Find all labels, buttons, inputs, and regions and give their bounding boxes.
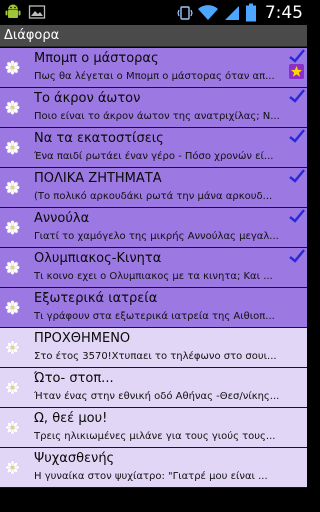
read-check-icon bbox=[289, 249, 305, 263]
battery-icon bbox=[245, 3, 256, 22]
list-item[interactable]: ΠΡΟΧΘΗΜΕΝΟ Στο έτος 3570!Χτυπαει το τηλέ… bbox=[0, 328, 307, 368]
item-subtitle: Ένα παιδί ρωτάει έναν γέρο - Πόσο χρονών… bbox=[34, 151, 274, 162]
signal-icon bbox=[224, 5, 239, 20]
list-item[interactable]: Μπομπ ο μάστορας Πως θα λέγεται ο Μπομπ … bbox=[0, 48, 307, 88]
item-title: Ολυμπιακος-Κινητα bbox=[34, 251, 162, 266]
item-subtitle: Ήταν ένας στην εθνική οδό Αθήνας -Θεσ/νί… bbox=[34, 391, 280, 402]
list-item[interactable]: Ολυμπιακος-Κινητα Τι κοινο εχει ο Ολυμπι… bbox=[0, 248, 307, 288]
item-subtitle: Στο έτος 3570!Χτυπαει το τηλέφωνο στο σο… bbox=[34, 351, 277, 362]
favorite-star-icon[interactable] bbox=[289, 64, 304, 79]
read-check-icon bbox=[289, 169, 305, 183]
flower-icon bbox=[5, 300, 20, 315]
item-subtitle: Τι γράφουν στα εξωτερικά ιατρεία της Αιθ… bbox=[34, 311, 275, 322]
flower-icon bbox=[5, 100, 20, 115]
page-title: Διάφορα bbox=[4, 28, 60, 43]
item-title: Εξωτερικά ιατρεία bbox=[34, 291, 158, 306]
item-subtitle: Τρεις ηλικιωμένες μιλάνε για τους γιούς … bbox=[34, 431, 276, 442]
flower-icon bbox=[5, 220, 20, 235]
flower-icon bbox=[5, 180, 20, 195]
item-subtitle: Πως θα λέγεται ο Μπομπ ο μάστορας όταν α… bbox=[34, 71, 275, 82]
flower-icon bbox=[5, 420, 20, 435]
android-icon bbox=[5, 4, 21, 18]
image-icon bbox=[28, 5, 46, 19]
item-title: Ψυχασθενής bbox=[34, 451, 115, 466]
item-title: Ω, θεέ μου! bbox=[34, 411, 108, 426]
item-title: Να τα εκατοστίσεις bbox=[34, 131, 164, 146]
read-check-icon bbox=[289, 89, 305, 103]
list-item[interactable]: Αννούλα Γιατί το χαμόγελο της μικρής Ανν… bbox=[0, 208, 307, 248]
flower-icon bbox=[5, 380, 20, 395]
item-title: ΠΡΟΧΘΗΜΕΝΟ bbox=[34, 331, 131, 346]
app-title-bar: Διάφορα bbox=[0, 25, 307, 47]
read-check-icon bbox=[289, 129, 305, 143]
read-check-icon bbox=[289, 209, 305, 223]
status-bar: 7:45 bbox=[0, 0, 307, 25]
flower-icon bbox=[5, 60, 20, 75]
flower-icon bbox=[5, 340, 20, 355]
flower-icon bbox=[5, 140, 20, 155]
list-item[interactable]: Να τα εκατοστίσεις Ένα παιδί ρωτάει έναν… bbox=[0, 128, 307, 168]
vibrate-icon bbox=[177, 5, 193, 20]
read-check-icon bbox=[289, 49, 305, 63]
flower-icon bbox=[5, 260, 20, 275]
list-item[interactable]: Εξωτερικά ιατρεία Τι γράφουν στα εξωτερι… bbox=[0, 288, 307, 328]
list-item[interactable]: Ω, θεέ μου! Τρεις ηλικιωμένες μιλάνε για… bbox=[0, 408, 307, 448]
item-subtitle: Τι κοινο εχει ο Ολυμπιακος με τα κινητα;… bbox=[34, 271, 273, 282]
list-item[interactable]: Ψυχασθενής Η γυναίκα στον ψυχίατρο: "Για… bbox=[0, 448, 307, 488]
item-subtitle: (Το πολικό αρκουδάκι ρωτά την μάνα αρκου… bbox=[34, 191, 273, 202]
item-subtitle: Η γυναίκα στον ψυχίατρο: "Γιατρέ μου είν… bbox=[34, 471, 268, 482]
item-title: Αννούλα bbox=[34, 211, 90, 226]
item-title: ΠΟΛΙΚΑ ΖΗΤΗΜΑΤΑ bbox=[34, 171, 162, 186]
list-item[interactable]: ΠΟΛΙΚΑ ΖΗΤΗΜΑΤΑ (Το πολικό αρκουδάκι ρωτ… bbox=[0, 168, 307, 208]
item-subtitle: Ποιο είναι το άκρον άωτον της ανατριχίλα… bbox=[34, 111, 280, 122]
item-title: Μπομπ ο μάστορας bbox=[34, 51, 159, 66]
item-subtitle: Γιατί το χαμόγελο της μικρής Αννούλας με… bbox=[34, 231, 279, 242]
clock: 7:45 bbox=[264, 2, 303, 23]
item-title: Το άκρον άωτον bbox=[34, 91, 141, 106]
item-title: Ώτο- στοπ... bbox=[34, 371, 114, 386]
flower-icon bbox=[5, 460, 20, 475]
list-item[interactable]: Το άκρον άωτον Ποιο είναι το άκρον άωτον… bbox=[0, 88, 307, 128]
wifi-icon bbox=[197, 4, 218, 20]
joke-list[interactable]: Μπομπ ο μάστορας Πως θα λέγεται ο Μπομπ … bbox=[0, 48, 307, 512]
list-item[interactable]: Ώτο- στοπ... Ήταν ένας στην εθνική οδό Α… bbox=[0, 368, 307, 408]
